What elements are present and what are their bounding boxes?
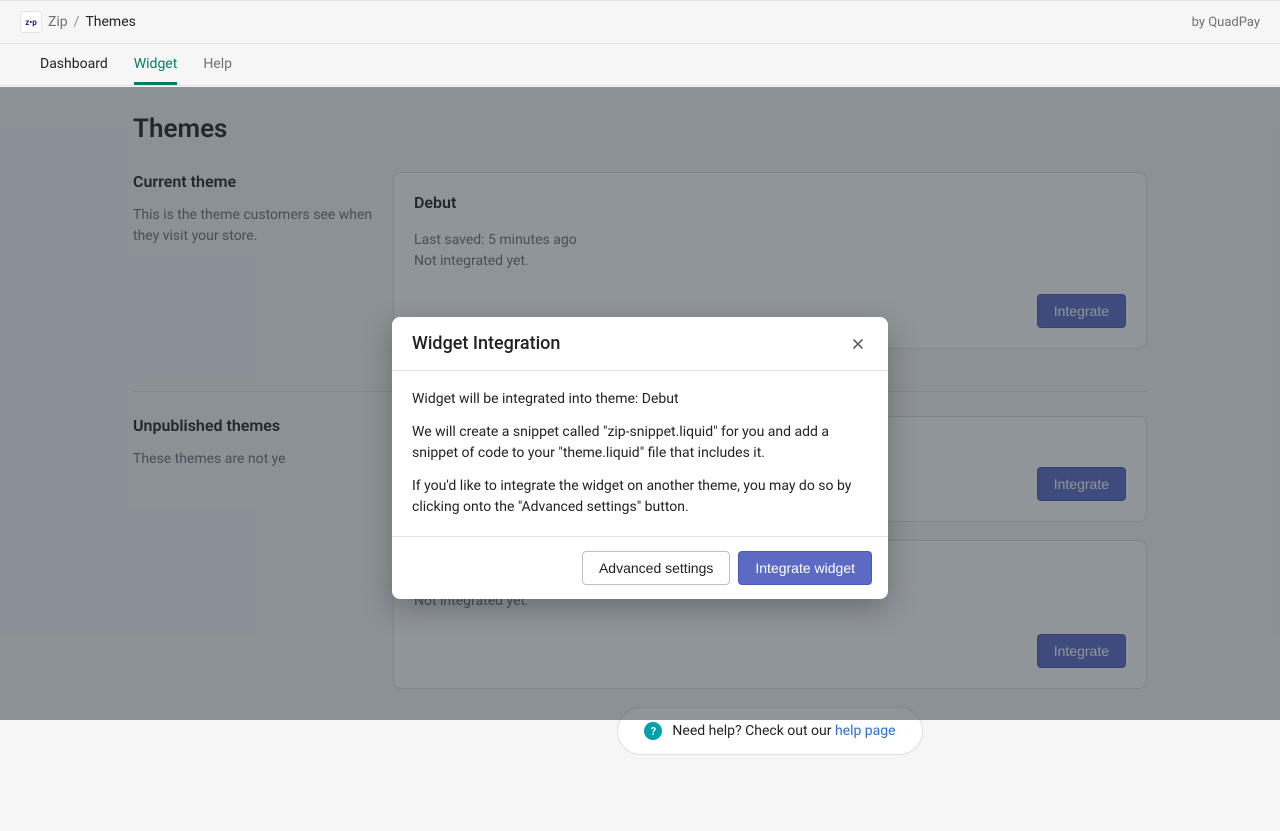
breadcrumb: z•p Zip / Themes <box>20 11 136 33</box>
modal-p3: If you'd like to integrate the widget on… <box>412 476 868 518</box>
app-name: Zip <box>48 14 68 30</box>
breadcrumb-current: Themes <box>85 14 135 30</box>
tab-widget[interactable]: Widget <box>134 44 178 85</box>
breadcrumb-sep: / <box>74 14 80 30</box>
integrate-widget-button[interactable]: Integrate widget <box>738 551 872 585</box>
help-icon: ? <box>644 722 662 740</box>
close-icon[interactable] <box>848 334 868 354</box>
modal-header: Widget Integration <box>392 317 888 371</box>
topbar: z•p Zip / Themes by QuadPay <box>0 0 1280 44</box>
tab-help[interactable]: Help <box>203 44 232 85</box>
modal-p1: Widget will be integrated into theme: De… <box>412 389 868 410</box>
zip-logo: z•p <box>20 11 42 33</box>
tabs: Dashboard Widget Help <box>0 44 1280 86</box>
modal-footer: Advanced settings Integrate widget <box>392 537 888 599</box>
advanced-settings-button[interactable]: Advanced settings <box>582 551 730 585</box>
help-link[interactable]: help page <box>835 723 896 739</box>
modal-body: Widget will be integrated into theme: De… <box>392 371 888 537</box>
widget-integration-modal: Widget Integration Widget will be integr… <box>392 317 888 599</box>
modal-title: Widget Integration <box>412 333 560 354</box>
help-text: Need help? Check out our help page <box>672 723 895 739</box>
attribution: by QuadPay <box>1192 15 1260 30</box>
tab-dashboard[interactable]: Dashboard <box>40 44 108 85</box>
modal-p2: We will create a snippet called "zip-sni… <box>412 422 868 464</box>
